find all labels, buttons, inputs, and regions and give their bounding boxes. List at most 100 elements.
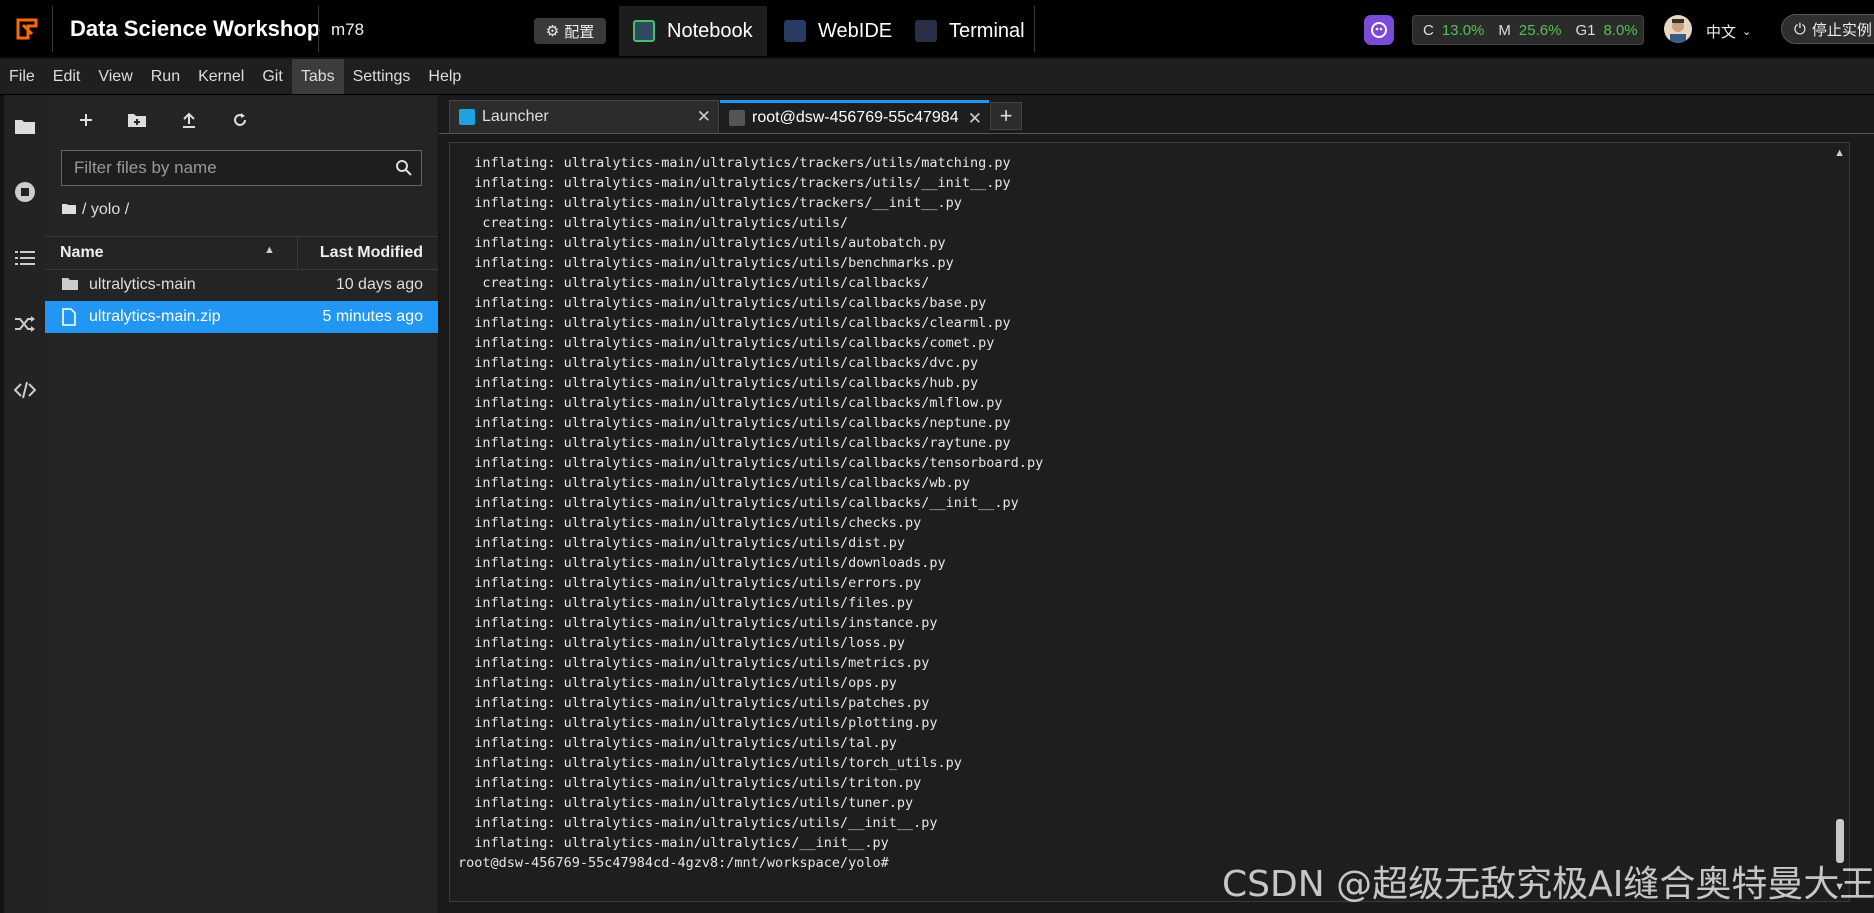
terminal-line: inflating: ultralytics-main/ultralytics/… <box>458 735 897 751</box>
mode-tab-notebook[interactable]: Notebook <box>619 6 767 56</box>
brand-logo-icon[interactable] <box>12 14 42 44</box>
terminal-line: inflating: ultralytics-main/ultralytics/… <box>458 595 914 611</box>
terminal-line: inflating: ultralytics-main/ultralytics/… <box>458 675 897 691</box>
stop-instance-button[interactable]: ⏻ 停止实例 <box>1781 14 1874 44</box>
cpu-value: 13.0% <box>1441 21 1485 39</box>
menu-edit[interactable]: Edit <box>44 59 90 94</box>
terminal-line: inflating: ultralytics-main/ultralytics/… <box>458 555 946 571</box>
gear-icon: ⚙ <box>545 23 560 40</box>
terminal-icon <box>915 20 937 42</box>
launcher-icon <box>459 109 475 125</box>
menu-view[interactable]: View <box>89 59 141 94</box>
main-area: Launcher ✕ root@dsw-456769-55c47984 ✕ + … <box>439 95 1874 913</box>
activity-bar <box>4 95 46 913</box>
copilot-icon[interactable] <box>1364 15 1394 45</box>
add-tab-button[interactable]: + <box>990 102 1022 130</box>
terminal-scrollbar[interactable] <box>1833 145 1847 899</box>
chevron-down-icon: ⌄ <box>1742 26 1752 38</box>
terminal-line: inflating: ultralytics-main/ultralytics/… <box>458 475 971 491</box>
folder-icon <box>61 276 79 294</box>
mode-tab-terminal[interactable]: Terminal <box>903 6 1034 56</box>
terminal-line: inflating: ultralytics-main/ultralytics/… <box>458 515 922 531</box>
file-row-folder[interactable]: ultralytics-main 10 days ago <box>45 269 438 301</box>
menu-tabs[interactable]: Tabs <box>291 59 344 94</box>
language-label: 中文 <box>1706 24 1737 41</box>
mode-tab-webide[interactable]: WebIDE <box>770 6 900 56</box>
terminal-panel[interactable]: inflating: ultralytics-main/ultralytics/… <box>449 142 1850 902</box>
new-launcher-icon[interactable] <box>75 109 97 131</box>
mode-label: Terminal <box>949 19 1025 42</box>
menu-git[interactable]: Git <box>253 59 291 94</box>
close-icon[interactable]: ✕ <box>968 109 982 129</box>
git-shuffle-icon[interactable] <box>12 311 38 337</box>
tab-terminal[interactable]: root@dsw-456769-55c47984 ✕ <box>720 100 989 133</box>
search-icon[interactable] <box>395 159 413 182</box>
column-divider[interactable] <box>297 237 298 269</box>
terminal-line: inflating: ultralytics-main/ultralytics/… <box>458 635 906 651</box>
menu-file[interactable]: File <box>0 59 44 94</box>
terminal-line: inflating: ultralytics-main/ultralytics/… <box>458 655 930 671</box>
folder-icon[interactable] <box>12 113 38 139</box>
terminal-line: inflating: ultralytics-main/ultralytics/… <box>458 795 914 811</box>
refresh-icon[interactable] <box>229 109 251 131</box>
new-folder-icon[interactable] <box>126 109 148 131</box>
terminal-line: inflating: ultralytics-main/ultralytics/… <box>458 155 1011 171</box>
terminal-line: inflating: ultralytics-main/ultralytics/… <box>458 615 938 631</box>
config-button[interactable]: ⚙ 配置 <box>534 18 606 44</box>
stop-label: 停止实例 <box>1811 21 1872 39</box>
notebook-icon <box>633 20 655 42</box>
resource-monitor[interactable]: C 13.0% M 25.6% G1 8.0% <box>1412 15 1644 45</box>
divider <box>1034 6 1035 52</box>
terminal-line: inflating: ultralytics-main/ultralytics/… <box>458 335 995 351</box>
table-of-contents-icon[interactable] <box>12 245 38 271</box>
sort-ascending-icon[interactable]: ▲ <box>264 244 275 256</box>
code-icon[interactable] <box>12 377 38 403</box>
menu-run[interactable]: Run <box>142 59 189 94</box>
terminal-line: inflating: ultralytics-main/ultralytics/… <box>458 295 987 311</box>
terminal-line: inflating: ultralytics-main/ultralytics/… <box>458 195 962 211</box>
mode-label: Notebook <box>667 19 753 42</box>
upload-icon[interactable] <box>178 109 200 131</box>
menu-settings[interactable]: Settings <box>344 59 420 94</box>
filter-files-input[interactable] <box>62 157 386 179</box>
column-last-modified[interactable]: Last Modified <box>320 244 423 262</box>
terminal-line: inflating: ultralytics-main/ultralytics/… <box>458 575 922 591</box>
menu-help[interactable]: Help <box>419 59 470 94</box>
terminal-line: inflating: ultralytics-main/ultralytics/… <box>458 255 954 271</box>
tab-launcher[interactable]: Launcher ✕ <box>449 100 719 133</box>
terminal-output: inflating: ultralytics-main/ultralytics/… <box>458 153 1043 873</box>
file-list-header: Name ▲ Last Modified <box>45 236 438 270</box>
language-selector[interactable]: 中文 ⌄ <box>1706 21 1751 42</box>
menu-bar: File Edit View Run Kernel Git Tabs Setti… <box>0 59 1874 95</box>
terminal-line: inflating: ultralytics-main/ultralytics/… <box>458 355 979 371</box>
divider <box>52 6 53 52</box>
close-icon[interactable]: ✕ <box>697 107 711 127</box>
terminal-line: inflating: ultralytics-main/ultralytics/… <box>458 315 1011 331</box>
app-window: Data Science Workshop m78 ⚙ 配置 Notebook … <box>0 0 1874 913</box>
file-row-zip[interactable]: ultralytics-main.zip 5 minutes ago <box>45 301 438 333</box>
breadcrumb[interactable]: / yolo / <box>62 201 129 219</box>
mem-value: 25.6% <box>1518 21 1562 39</box>
terminal-line: inflating: ultralytics-main/ultralytics/… <box>458 435 1011 451</box>
terminal-prompt: root@dsw-456769-55c47984cd-4gzv8:/mnt/wo… <box>458 855 889 871</box>
terminal-line: creating: ultralytics-main/ultralytics/u… <box>458 275 930 291</box>
terminal-line: inflating: ultralytics-main/ultralytics/… <box>458 175 1011 191</box>
terminal-line: inflating: ultralytics-main/ultralytics/… <box>458 235 946 251</box>
avatar[interactable] <box>1664 15 1692 43</box>
mode-label: WebIDE <box>818 19 893 42</box>
file-name: ultralytics-main.zip <box>89 308 221 325</box>
file-modified: 10 days ago <box>335 276 423 293</box>
gpu-value: 8.0% <box>1603 21 1638 39</box>
menu-kernel[interactable]: Kernel <box>189 59 253 94</box>
terminal-line: inflating: ultralytics-main/ultralytics/… <box>458 715 938 731</box>
column-name[interactable]: Name <box>60 244 104 262</box>
terminal-line: inflating: ultralytics-main/ultralytics/… <box>458 835 889 851</box>
running-kernels-icon[interactable] <box>12 179 38 205</box>
app-title: Data Science Workshop <box>70 16 321 41</box>
terminal-line: inflating: ultralytics-main/ultralytics/… <box>458 455 1044 471</box>
filter-files-field <box>61 150 422 186</box>
file-name: ultralytics-main <box>89 276 196 293</box>
breadcrumb-path: / yolo / <box>82 201 130 218</box>
scroll-up-icon[interactable]: ▲ <box>1834 147 1845 159</box>
top-bar: Data Science Workshop m78 ⚙ 配置 Notebook … <box>0 0 1874 57</box>
